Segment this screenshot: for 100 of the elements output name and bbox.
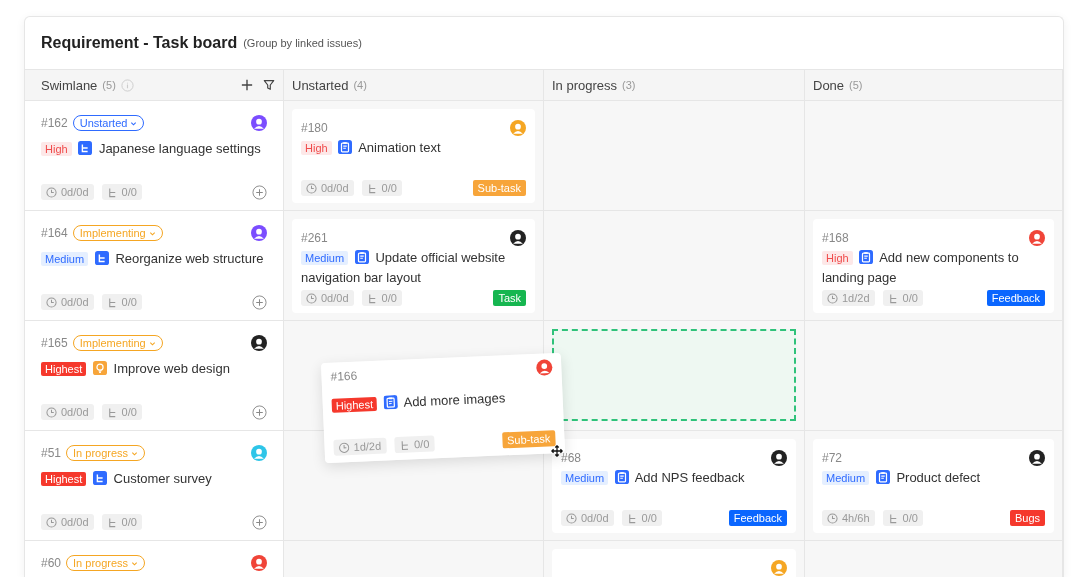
issue-type-tag: Task (493, 290, 526, 306)
issue-title[interactable]: Highest Customer survey (41, 469, 267, 489)
priority-label: High (301, 141, 332, 155)
caret-icon (131, 449, 139, 457)
clock-icon (827, 512, 838, 524)
time-estimate: 4h/6h (842, 512, 870, 524)
issue-card[interactable]: #68 Medium Add NPS feedback 0d/0d 0/0 Feedback (552, 439, 796, 533)
issue-title[interactable]: Medium Update official website navigation bar layout (301, 248, 526, 287)
subtask-count: 0/0 (121, 516, 137, 528)
board-subtitle: (Group by linked issues) (243, 37, 362, 49)
time-estimate: 0d/0d (61, 516, 89, 528)
clipboard-icon (875, 470, 890, 484)
hierarchy-icon (94, 251, 109, 265)
issue-id: #180 (301, 121, 328, 135)
time-estimate: 0d/0d (321, 182, 349, 194)
column-title: Done (813, 77, 845, 93)
issue-title[interactable]: High Japanese language settings (41, 139, 267, 159)
clock-icon (46, 516, 57, 528)
issue-title[interactable]: High Add new components to landing page (822, 248, 1045, 287)
issue-card[interactable]: #261 Medium Update official website navigation bar layout 0d/0d 0/0 Task (292, 219, 535, 313)
caret-icon (148, 229, 156, 237)
priority-label: High (822, 251, 853, 265)
clipboard-icon (614, 470, 629, 484)
time-estimate: 0d/0d (61, 296, 89, 308)
add-icon[interactable] (252, 514, 267, 530)
clock-icon (46, 296, 57, 308)
hierarchy-icon (106, 516, 118, 528)
subtask-count: 0/0 (902, 512, 918, 524)
clock-icon (338, 441, 350, 454)
hierarchy-icon (626, 512, 638, 524)
issue-type-tag: Sub-task (472, 180, 526, 196)
clipboard-icon (354, 250, 369, 264)
issue-id: #162 (41, 116, 68, 130)
priority-label: Highest (41, 362, 87, 376)
clipboard-icon (338, 140, 353, 154)
issue-title[interactable]: Highest Improve web design (41, 359, 267, 379)
clock-icon (306, 292, 317, 304)
subtask-count: 0/0 (381, 292, 397, 304)
add-icon[interactable] (252, 404, 267, 420)
hierarchy-icon (106, 296, 118, 308)
add-icon[interactable] (241, 79, 253, 91)
issue-title[interactable]: Add more images (403, 390, 506, 410)
hierarchy-icon (366, 292, 378, 304)
issue-type-tag: Bugs (1009, 510, 1045, 526)
subtask-count: 0/0 (121, 406, 137, 418)
caret-icon (148, 339, 156, 347)
column-count: (3) (622, 79, 636, 91)
subtask-count: 0/0 (381, 182, 397, 194)
lightbulb-icon (92, 361, 107, 375)
issue-title[interactable]: Medium Add NPS feedback (561, 468, 787, 488)
clock-icon (306, 182, 317, 194)
issue-id: #166 (330, 368, 358, 384)
issue-id: #168 (822, 231, 849, 245)
priority-label: Highest (331, 396, 378, 413)
time-estimate: 0d/0d (61, 186, 89, 198)
hierarchy-icon (92, 471, 107, 485)
clock-icon (827, 292, 838, 304)
time-estimate: 1d/2d (353, 439, 382, 453)
hierarchy-icon (106, 406, 118, 418)
clock-icon (566, 512, 577, 524)
add-icon[interactable] (252, 294, 267, 310)
issue-title[interactable]: Medium Product defect (822, 468, 1045, 488)
issue-card[interactable]: #72 Medium Product defect 4h/6h 0/0 Bugs (813, 439, 1054, 533)
priority-label: High (41, 142, 72, 156)
column-title: In progress (552, 77, 618, 93)
hierarchy-icon (106, 186, 118, 198)
priority-label: Medium (41, 252, 89, 266)
column-count: (5) (849, 79, 863, 91)
issue-id: #60 (41, 556, 62, 570)
subtask-count: 0/0 (413, 437, 430, 451)
issue-card[interactable]: #180 High Animation text 0d/0d 0/0 Sub-task (292, 109, 535, 203)
priority-label: Medium (822, 471, 870, 485)
clipboard-icon (859, 250, 874, 264)
hierarchy-icon (78, 141, 93, 155)
issue-type-tag: Feedback (986, 290, 1045, 306)
issue-id: #51 (41, 446, 62, 460)
column-count: (4) (353, 79, 367, 91)
subtask-count: 0/0 (121, 186, 137, 198)
time-estimate: 0d/0d (61, 406, 89, 418)
issue-title[interactable]: Medium Reorganize web structure (41, 249, 267, 269)
issue-id: #164 (41, 226, 68, 240)
clock-icon (46, 186, 57, 198)
add-icon[interactable] (252, 184, 267, 200)
caret-icon (130, 119, 138, 127)
filter-icon[interactable] (263, 79, 275, 91)
issue-title[interactable]: High Animation text (301, 138, 526, 158)
board-title: Requirement - Task board (41, 34, 238, 52)
issue-type-tag: Feedback (728, 510, 787, 526)
priority-label: Medium (561, 471, 609, 485)
issue-id: #261 (301, 231, 328, 245)
issue-id: #165 (41, 336, 68, 350)
hierarchy-icon (887, 292, 899, 304)
column-title: Unstarted (292, 77, 349, 93)
time-estimate: 0d/0d (581, 512, 609, 524)
time-estimate: 0d/0d (321, 292, 349, 304)
hierarchy-icon (887, 512, 899, 524)
issue-card[interactable]: #168 High Add new components to landing page 1d/2d 0/0 Feedback (813, 219, 1054, 313)
clipboard-icon (383, 395, 398, 410)
caret-icon (131, 559, 139, 567)
subtask-count: 0/0 (121, 296, 137, 308)
